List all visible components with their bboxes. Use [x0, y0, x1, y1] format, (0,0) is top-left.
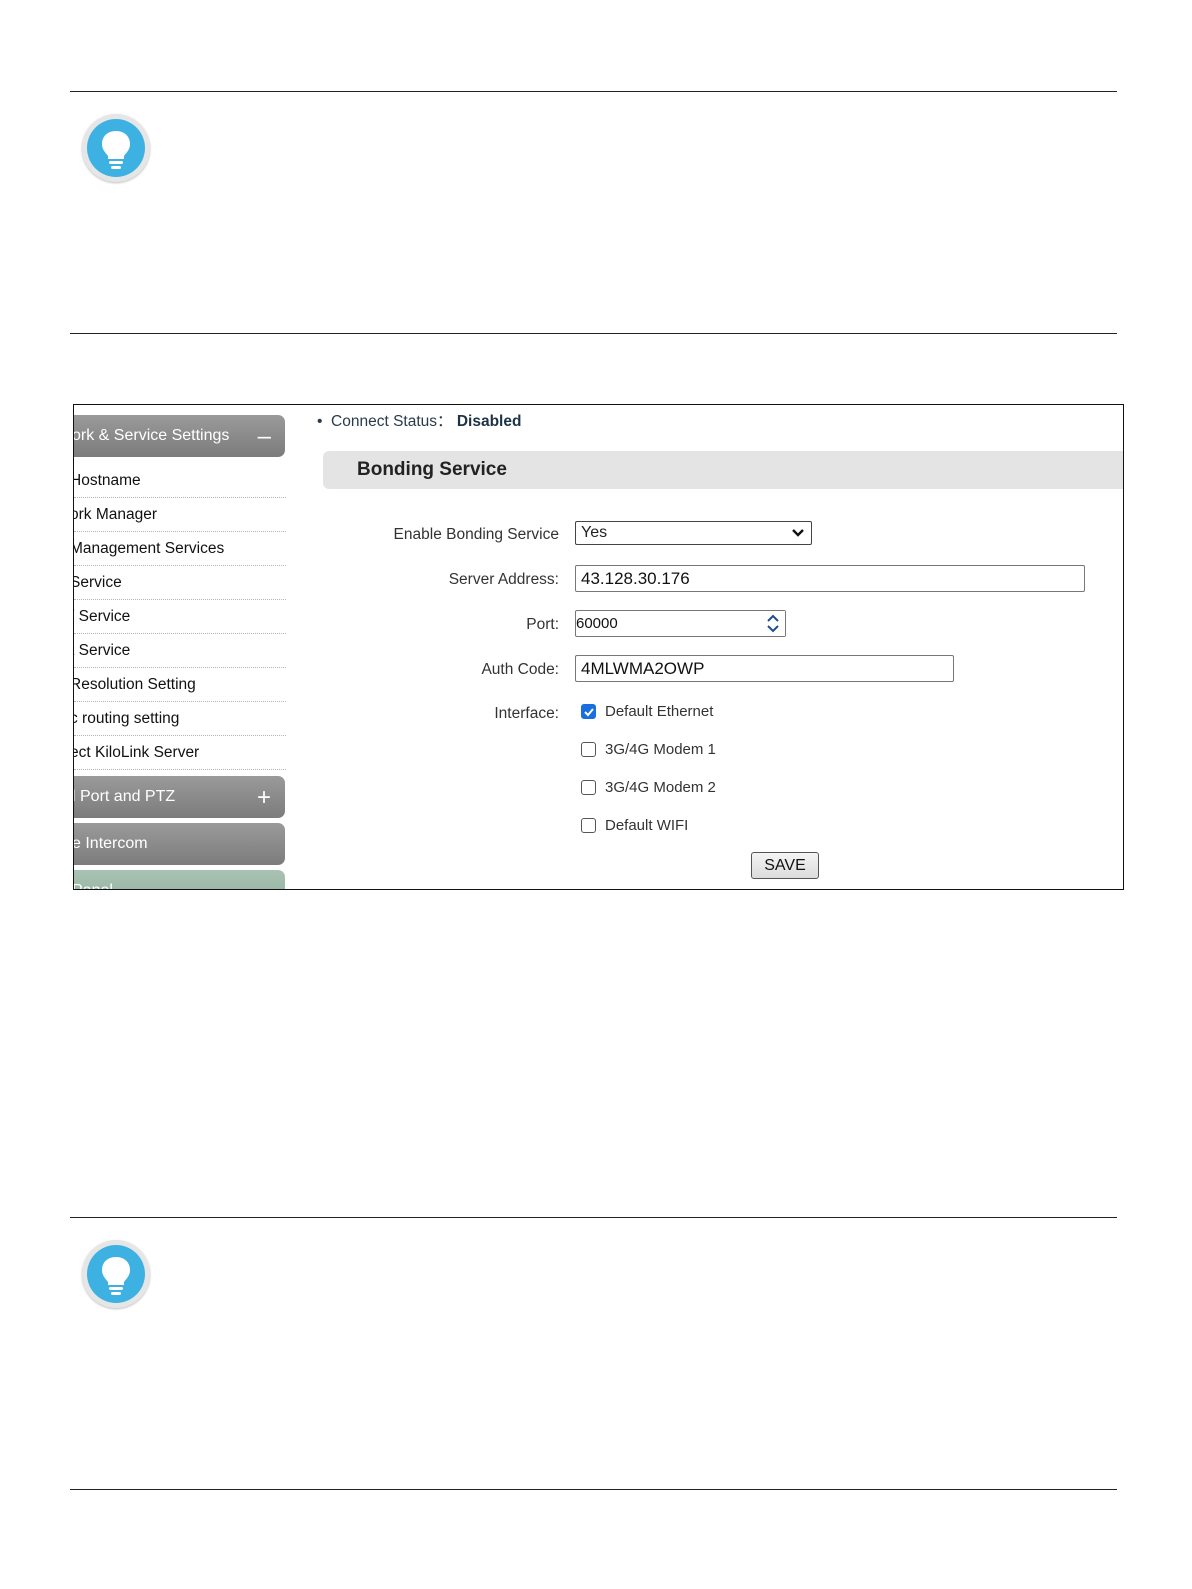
- top-rule: [70, 91, 1117, 92]
- server-address-label: Server Address:: [448, 571, 559, 588]
- lightbulb-icon: [82, 1240, 150, 1308]
- sidebar-header-intercom[interactable]: e Intercom: [74, 823, 285, 865]
- tip-top-rule: [70, 1217, 1117, 1218]
- expand-icon[interactable]: +: [257, 776, 271, 820]
- checkbox[interactable]: [581, 742, 596, 757]
- sidebar-item-hostname[interactable]: Hostname: [74, 464, 286, 498]
- chevron-down-icon: [792, 529, 804, 537]
- section-title: Bonding Service: [323, 451, 1123, 489]
- main-content: • Connect Status： Disabled Bonding Servi…: [286, 405, 1123, 889]
- sidebar-item-service-3[interactable]: t Service: [74, 634, 286, 668]
- enable-bonding-label: Enable Bonding Service: [393, 526, 559, 543]
- spinner-arrows-icon[interactable]: [761, 611, 785, 636]
- auth-code-input[interactable]: 4MLWMA2OWP: [575, 655, 954, 682]
- sidebar-header-network-settings[interactable]: ork & Service Settings –: [74, 415, 285, 457]
- tip-bottom-rule: [70, 333, 1117, 334]
- bottom-rule: [70, 1489, 1117, 1490]
- collapse-icon[interactable]: –: [258, 415, 271, 459]
- screenshot-frame: ork & Service Settings – Hostname ork Ma…: [73, 404, 1124, 890]
- connect-status: • Connect Status： Disabled: [317, 409, 521, 431]
- checkmark-icon: [584, 708, 594, 717]
- sidebar-item-service-2[interactable]: / Service: [74, 600, 286, 634]
- checkbox[interactable]: [581, 818, 596, 833]
- status-label: Connect Status：: [331, 413, 453, 430]
- sidebar-item-network-manager[interactable]: ork Manager: [74, 498, 286, 532]
- sidebar-item-service[interactable]: Service: [74, 566, 286, 600]
- sidebar: ork & Service Settings – Hostname ork Ma…: [74, 405, 286, 889]
- port-stepper[interactable]: 60000: [575, 610, 786, 637]
- auth-code-label: Auth Code:: [481, 661, 559, 678]
- save-button[interactable]: SAVE: [751, 852, 819, 879]
- enable-bonding-select[interactable]: Yes: [575, 521, 812, 545]
- sidebar-header-port-ptz[interactable]: l Port and PTZ +: [74, 776, 285, 818]
- server-address-input[interactable]: 43.128.30.176: [575, 565, 1085, 592]
- sidebar-item-kilolink-server[interactable]: ect KiloLink Server: [74, 736, 286, 770]
- port-label: Port:: [526, 616, 559, 633]
- lightbulb-icon: [82, 114, 150, 182]
- sidebar-header-panel[interactable]: Panel: [74, 870, 285, 889]
- sidebar-item-routing-setting[interactable]: c routing setting: [74, 702, 286, 736]
- sidebar-item-resolution-setting[interactable]: Resolution Setting: [74, 668, 286, 702]
- interface-label: Interface:: [494, 705, 559, 722]
- bullet: •: [317, 413, 332, 430]
- checkbox-checked[interactable]: [581, 704, 596, 719]
- sidebar-item-management-services[interactable]: Management Services: [74, 532, 286, 566]
- checkbox[interactable]: [581, 780, 596, 795]
- status-value: Disabled: [456, 413, 522, 430]
